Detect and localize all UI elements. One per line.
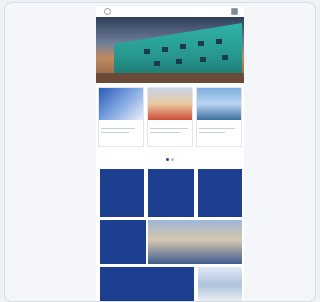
text-line [199, 128, 235, 129]
news-card[interactable] [196, 87, 242, 147]
window [216, 39, 222, 44]
text-line [101, 128, 135, 129]
carousel-dot[interactable] [171, 158, 174, 161]
news-cards [96, 87, 244, 147]
news-card-image [197, 88, 241, 120]
text-line [150, 132, 180, 133]
news-card[interactable] [147, 87, 193, 147]
link-tile[interactable] [148, 169, 194, 217]
window [222, 55, 228, 60]
news-card-image [148, 88, 192, 120]
web-page [96, 7, 244, 301]
window [198, 41, 204, 46]
link-tile[interactable] [100, 220, 146, 264]
window [144, 49, 150, 54]
link-tile[interactable] [198, 169, 242, 217]
window [176, 59, 182, 64]
hero-image [96, 17, 244, 83]
carousel-dot[interactable] [166, 158, 169, 161]
quick-links-tile[interactable] [100, 169, 144, 217]
menu-icon[interactable] [104, 8, 111, 15]
photo-tile[interactable] [148, 220, 242, 264]
news-card[interactable] [98, 87, 144, 147]
window [200, 57, 206, 62]
ground [96, 73, 244, 83]
carousel-dots [162, 158, 178, 162]
text-line [199, 132, 225, 133]
news-card-image [99, 88, 143, 120]
link-tile[interactable] [100, 267, 194, 301]
window [154, 61, 160, 66]
building-facade [114, 23, 242, 75]
browser-frame [4, 2, 316, 302]
text-line [150, 128, 188, 129]
window [162, 47, 168, 52]
account-icon[interactable] [231, 8, 238, 15]
top-bar [96, 7, 244, 17]
window [180, 44, 186, 49]
text-line [101, 132, 129, 133]
photo-tile[interactable] [198, 267, 242, 301]
